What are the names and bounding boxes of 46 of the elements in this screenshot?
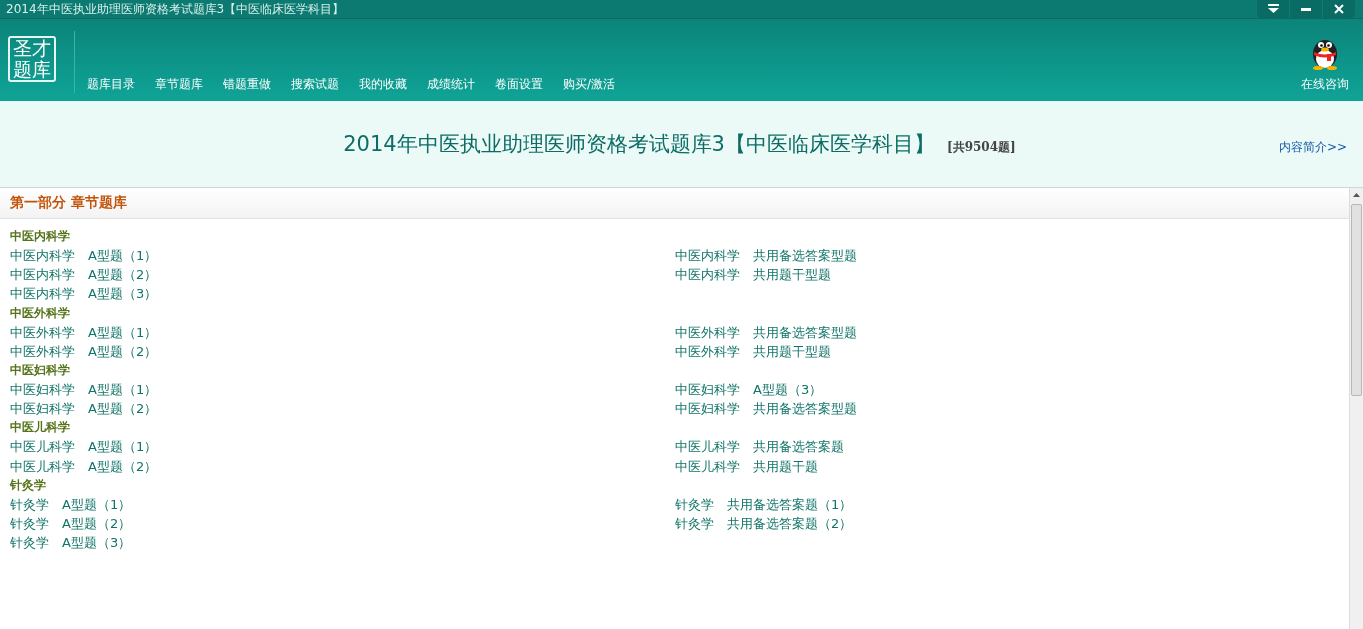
question-set-link[interactable]: 针灸学 共用备选答案题（1） [675,494,853,514]
question-set-link[interactable]: 中医外科学 共用题干型题 [675,341,831,361]
question-set-link[interactable]: 中医儿科学 共用题干题 [675,456,818,476]
nav-link[interactable]: 搜索试题 [281,76,349,93]
question-set-link[interactable]: 针灸学 共用备选答案题（2） [675,513,853,534]
nav-link[interactable]: 错题重做 [213,76,281,93]
question-set-link[interactable]: 中医外科学 A型题（2） [10,341,158,361]
question-set-link[interactable]: 中医内科学 A型题（2） [10,265,158,285]
nav-link[interactable]: 我的收藏 [349,76,417,93]
question-set-link[interactable]: 中医妇科学 A型题（2） [10,399,158,419]
chapter-heading: 中医外科学 [10,304,71,322]
question-set-link[interactable]: 针灸学 A型题（3） [10,533,132,553]
question-set-link[interactable]: 中医妇科学 A型题（1） [10,379,158,400]
question-set-link[interactable]: 中医儿科学 A型题（1） [10,437,158,457]
nav-link[interactable]: 题库目录 [77,76,145,93]
chapter-heading: 中医内科学 [10,228,71,245]
question-set-link[interactable]: 中医儿科学 共用备选答案题 [675,437,844,457]
question-set-link[interactable]: 中医内科学 共用题干型题 [675,265,831,285]
nav-link[interactable]: 购买/激活 [553,76,626,93]
minimize-icon [1301,7,1311,11]
question-count: [共9504题] [946,139,1016,156]
chapter-heading: 针灸学 [10,476,47,494]
question-set-link[interactable]: 中医儿科学 A型题（2） [10,456,158,476]
exam-title: 2014年中医执业助理医师资格考试题库3【中医临床医学科目】 [343,131,935,158]
nav-link[interactable]: 章节题库 [145,76,213,93]
intro-link[interactable]: 内容简介>> [1278,132,1363,156]
question-set-link[interactable]: 针灸学 A型题（2） [10,513,132,534]
chapter-heading: 中医儿科学 [10,419,71,437]
question-set-link[interactable]: 中医妇科学 A型题（3） [675,379,823,400]
question-set-link[interactable]: 中医内科学 A型题（3） [10,284,158,304]
question-set-link[interactable]: 中医外科学 共用备选答案型题 [675,322,857,342]
scrollbar[interactable] [1349,188,1363,629]
app-logo: 圣才 题库 [8,36,56,82]
window-title: 2014年中医执业助理医师资格考试题库3【中医临床医学科目】 [5,0,345,18]
online-consult-link[interactable]: 在线咨询 [1301,19,1363,101]
menu-icon [1267,4,1279,14]
question-set-link[interactable]: 中医内科学 A型题（1） [10,246,158,266]
chapter-heading: 中医妇科学 [10,361,71,379]
nav-link[interactable]: 卷面设置 [485,76,553,93]
question-set-link[interactable]: 中医内科学 共用备选答案型题 [675,246,857,266]
question-set-link[interactable]: 中医外科学 A型题（1） [10,322,158,342]
scroll-up-icon [1353,193,1360,197]
question-set-link[interactable]: 中医妇科学 共用备选答案型题 [675,399,857,419]
nav-link[interactable]: 成绩统计 [417,76,485,93]
question-set-link[interactable]: 针灸学 A型题（1） [10,494,132,514]
close-icon [1334,4,1344,14]
